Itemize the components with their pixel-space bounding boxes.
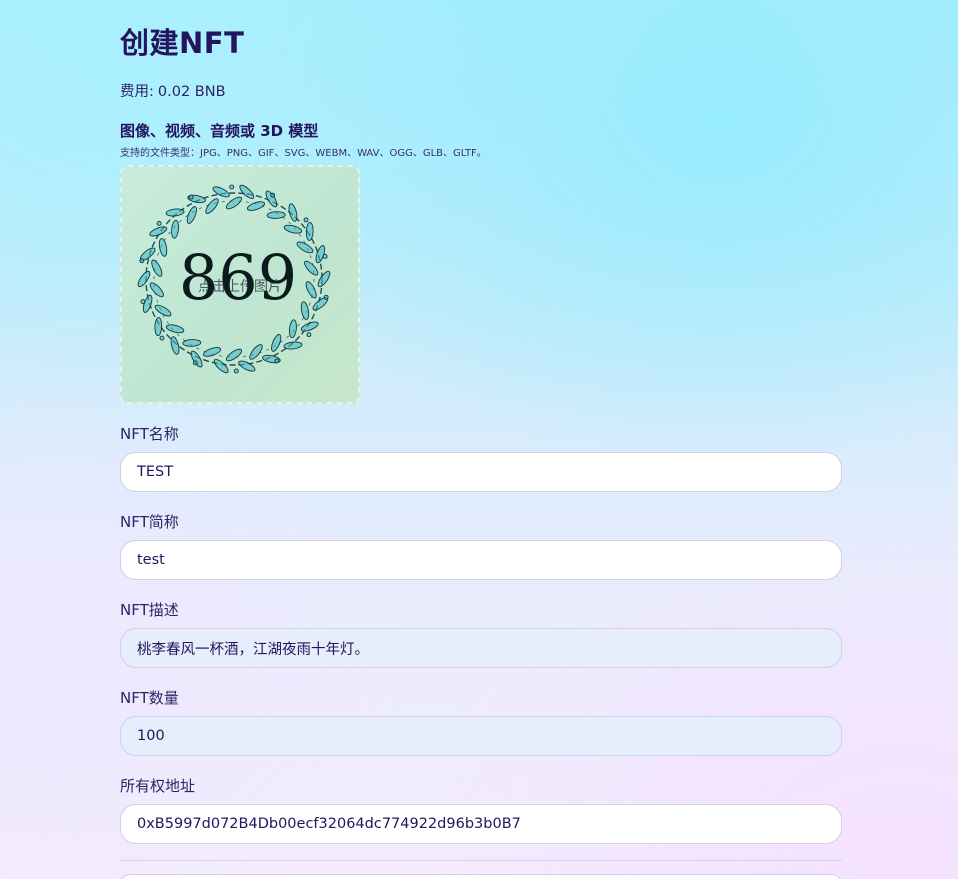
supported-file-types: 支持的文件类型：JPG、PNG、GIF、SVG、WEBM、WAV、OGG、GLB… — [120, 148, 487, 159]
wreath-berry — [270, 192, 276, 198]
wreath-berry — [140, 299, 146, 305]
upload-prompt: 点击上传图片 — [198, 279, 282, 295]
nft-symbol-input[interactable] — [120, 540, 842, 580]
section-divider — [120, 860, 842, 861]
wreath-leaf — [165, 324, 185, 334]
nft-name-input[interactable] — [120, 452, 842, 492]
wreath-leaf — [271, 334, 282, 352]
wreath-leaf — [190, 350, 203, 368]
nft-description-label: NFT描述 — [120, 601, 179, 619]
wreath-leaf — [238, 360, 256, 372]
wreath-berry — [229, 184, 235, 190]
wreath-leaf — [300, 301, 310, 320]
owner-address-label: 所有权地址 — [120, 777, 196, 795]
nft-quantity-label: NFT数量 — [120, 689, 179, 707]
wreath-leaf — [171, 219, 180, 239]
wreath-leaf — [165, 208, 185, 217]
wreath-leaf — [266, 211, 286, 219]
wreath-leaf — [151, 259, 163, 277]
wreath-leaf — [249, 344, 263, 360]
wreath-leaf — [283, 341, 303, 350]
wreath-berry — [233, 368, 239, 374]
wreath-leaf — [202, 347, 222, 357]
wreath-berry — [159, 335, 165, 341]
wreath-leaf — [182, 339, 202, 347]
nft-symbol-label: NFT简称 — [120, 513, 179, 531]
page-title: 创建NFT — [120, 26, 245, 60]
wreath-berry — [306, 332, 312, 338]
wreath-leaf — [225, 348, 243, 362]
wreath-leaf — [246, 201, 266, 211]
wreath-berry — [274, 358, 280, 364]
wreath-leaf — [212, 186, 230, 198]
wreath-leaf — [288, 319, 297, 339]
wreath-leaf — [205, 198, 219, 214]
wreath-leaf — [225, 196, 243, 210]
wreath-leaf — [283, 224, 303, 234]
fee-info: 费用: 0.02 BNB — [120, 80, 226, 101]
wreath-leaf — [305, 221, 314, 241]
wreath-berry — [192, 360, 198, 366]
wreath-berry — [303, 217, 309, 223]
wreath-leaf — [186, 206, 197, 224]
next-field-partial[interactable] — [120, 874, 842, 879]
wreath-berry — [139, 258, 145, 264]
fee-label: 费用: — [120, 84, 154, 100]
wreath-leaf — [170, 336, 180, 355]
nft-name-label: NFT名称 — [120, 425, 179, 443]
wreath-berry — [156, 220, 162, 226]
wreath-berry — [322, 253, 328, 259]
wreath-berry — [188, 194, 194, 200]
media-section-title: 图像、视频、音频或 3D 模型 — [120, 122, 319, 140]
fee-value: 0.02 BNB — [157, 84, 226, 100]
nft-quantity-input[interactable] — [120, 716, 842, 756]
owner-address-input[interactable] — [120, 804, 842, 844]
nft-description-input[interactable] — [120, 628, 842, 668]
wreath-leaf — [288, 203, 298, 222]
image-upload-dropzone[interactable]: 869 点击上传图片 — [120, 165, 360, 404]
wreath-leaf — [154, 317, 163, 337]
wreath-leaf — [158, 238, 168, 257]
